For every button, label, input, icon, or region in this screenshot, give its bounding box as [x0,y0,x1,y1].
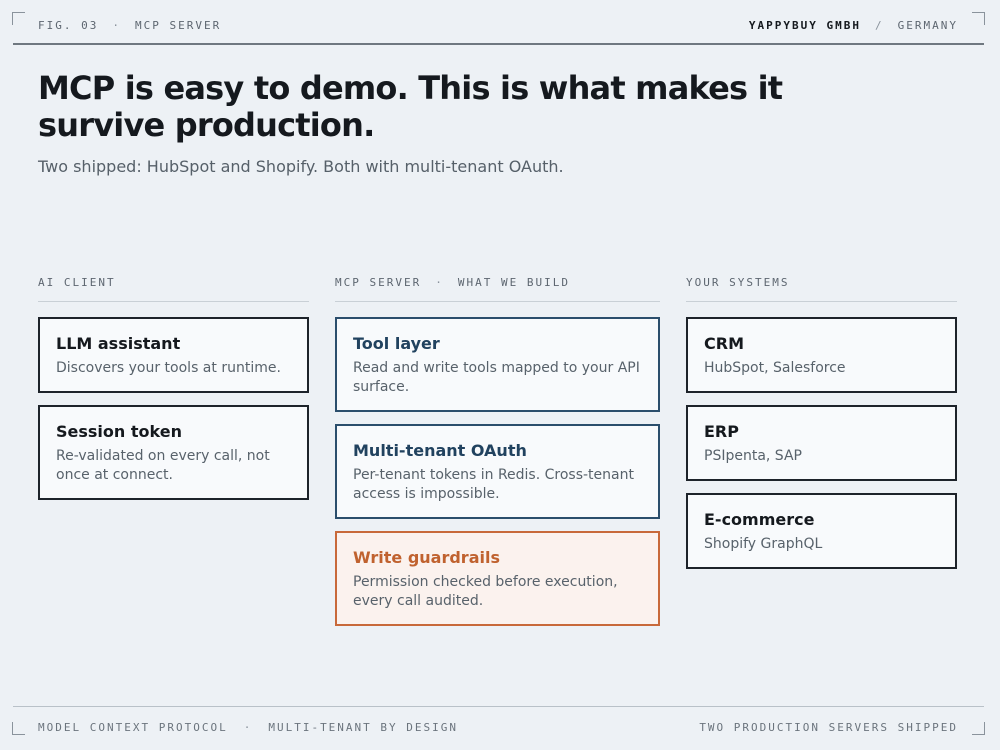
footer-bar: MODEL CONTEXT PROTOCOL · MULTI-TENANT BY… [38,719,958,735]
card-description: Re-validated on every call, not once at … [56,448,270,483]
card-description: Discovers your tools at runtime. [56,360,281,376]
card-stack: LLM assistant Discovers your tools at ru… [38,317,309,500]
corner-bracket-bottom-left [12,722,25,735]
card-description: Shopify GraphQL [704,536,823,552]
column-heading: YOUR SYSTEMS [686,272,957,292]
column-divider [38,301,309,302]
corner-bracket-bottom-right [972,722,985,735]
figure-label: FIG. 03 [38,18,99,32]
column-heading-separator: · [435,275,444,289]
card-llm-assistant: LLM assistant Discovers your tools at ru… [38,317,309,393]
card-stack: Tool layer Read and write tools mapped t… [335,317,660,626]
card-title: CRM [704,334,744,353]
header-slash: / [875,18,884,32]
column-ai-client: AI CLIENT LLM assistant Discovers your t… [38,272,309,500]
card-multi-tenant-oauth: Multi-tenant OAuth Per-tenant tokens in … [335,424,660,519]
card-title: Multi-tenant OAuth [353,441,527,460]
top-bar: FIG. 03 · MCP SERVER YAPPYBUY GMBH / GER… [38,17,958,33]
page-subtitle: Two shipped: HubSpot and Shopify. Both w… [38,157,564,176]
country-label: GERMANY [897,18,958,32]
footer-middle-label: MULTI-TENANT BY DESIGN [268,720,459,734]
footer-separator: · [243,720,253,734]
card-description: PSIpenta, SAP [704,448,802,464]
page-title: MCP is easy to demo. This is what makes … [38,69,783,144]
column-heading-label: YOUR SYSTEMS [686,275,790,289]
card-description: Per-tenant tokens in Redis. Cross-tenant… [353,467,634,502]
card-erp: ERP PSIpenta, SAP [686,405,957,481]
company-name: YAPPYBUY GMBH [748,18,862,32]
card-title: LLM assistant [56,334,181,353]
column-your-systems: YOUR SYSTEMS CRM HubSpot, Salesforce ERP… [686,272,957,569]
header-separator: · [112,18,121,32]
card-description: Read and write tools mapped to your API … [353,360,640,395]
column-heading-label: MCP SERVER [335,275,422,289]
card-title: ERP [704,422,739,441]
column-divider [335,301,660,302]
card-crm: CRM HubSpot, Salesforce [686,317,957,393]
column-heading-sub: WHAT WE BUILD [457,275,570,289]
card-description: HubSpot, Salesforce [704,360,846,376]
corner-bracket-top-right [972,12,985,25]
footer-left-label: MODEL CONTEXT PROTOCOL [38,720,228,734]
corner-bracket-top-left [12,12,25,25]
section-label: MCP SERVER [134,18,222,32]
column-mcp-server: MCP SERVER · WHAT WE BUILD Tool layer Re… [335,272,660,626]
card-e-commerce: E-commerce Shopify GraphQL [686,493,957,569]
column-heading: MCP SERVER · WHAT WE BUILD [335,272,660,292]
footer-right-label: TWO PRODUCTION SERVERS SHIPPED [699,720,958,734]
column-divider [686,301,957,302]
card-description: Permission checked before execution, eve… [353,574,618,609]
card-stack: CRM HubSpot, Salesforce ERP PSIpenta, SA… [686,317,957,569]
column-heading-label: AI CLIENT [38,275,116,289]
card-write-guardrails: Write guardrails Permission checked befo… [335,531,660,626]
card-title: Session token [56,422,182,441]
card-session-token: Session token Re-validated on every call… [38,405,309,500]
card-title: Tool layer [353,334,440,353]
column-heading: AI CLIENT [38,272,309,292]
card-tool-layer: Tool layer Read and write tools mapped t… [335,317,660,412]
header-divider [13,43,984,45]
card-title: E-commerce [704,510,815,529]
footer-divider [13,706,984,707]
card-title: Write guardrails [353,548,500,567]
